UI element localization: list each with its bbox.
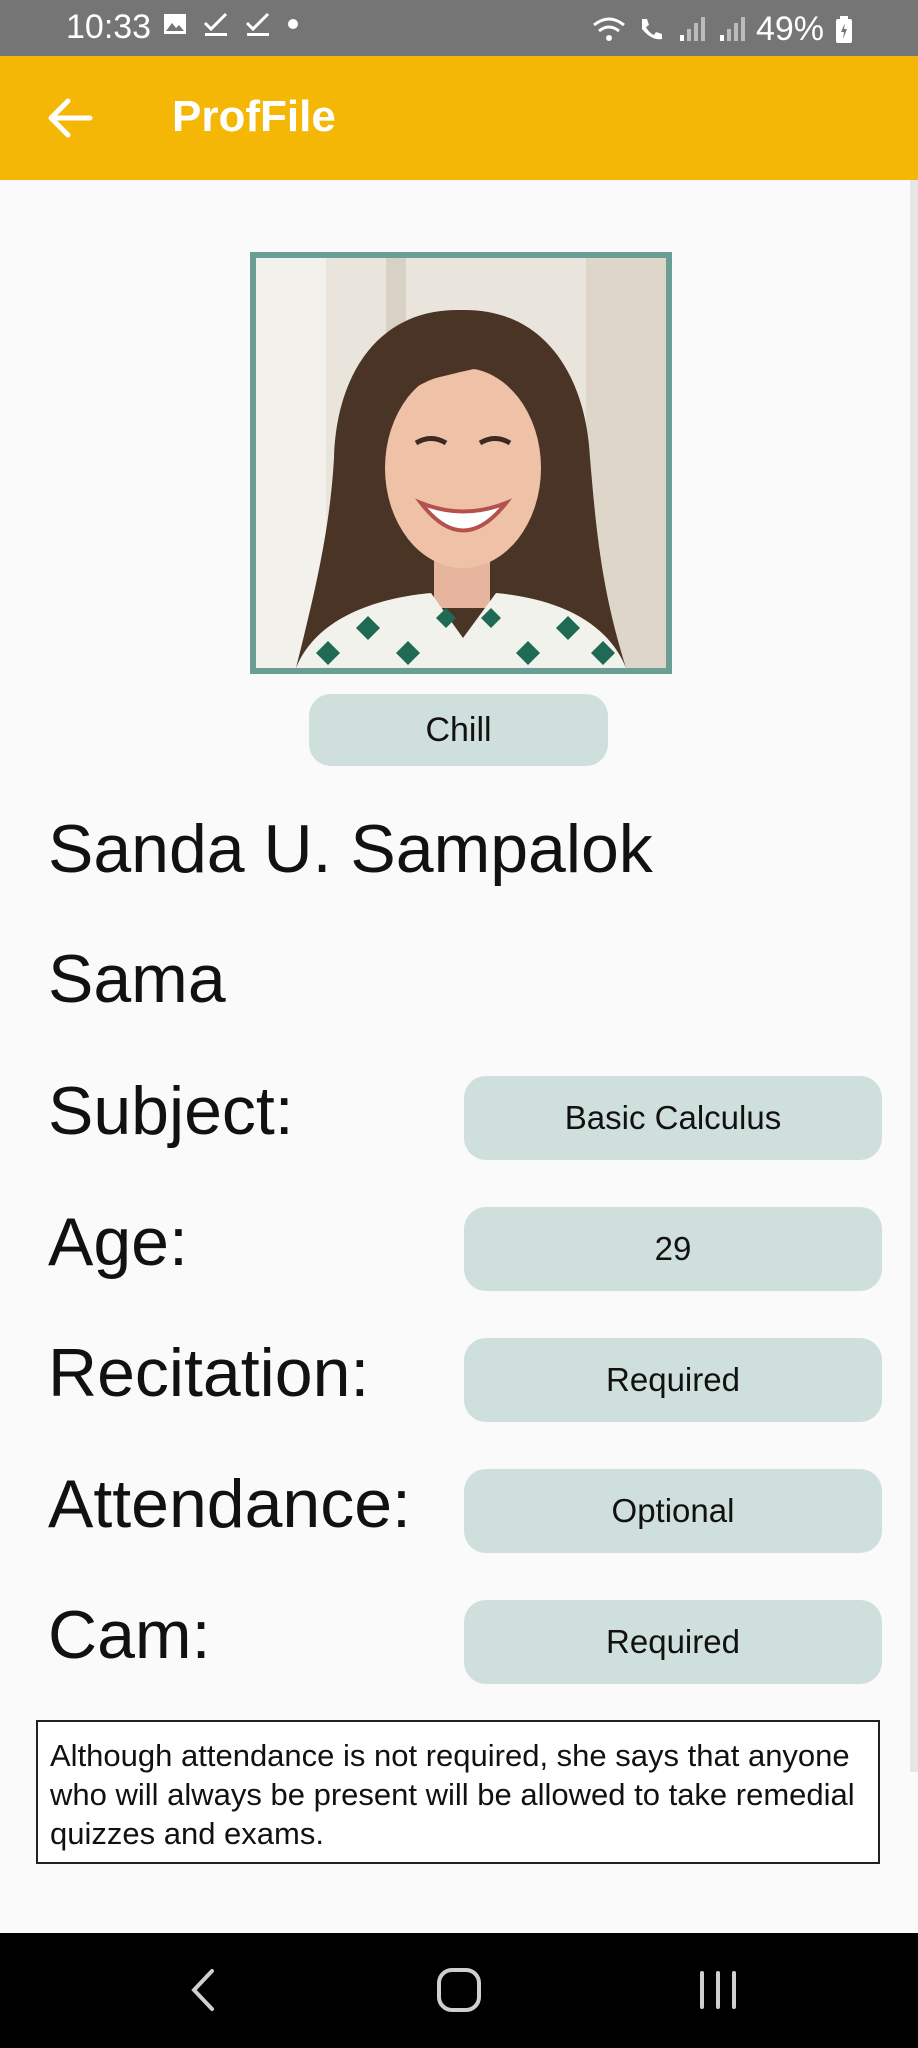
note-box: Although attendance is not required, she… [36,1720,880,1864]
professor-name: Sanda U. Sampalok [48,811,653,887]
subject-label: Subject: [48,1073,294,1149]
profile-photo [250,252,672,674]
navigation-bar [0,1933,918,2048]
call-icon [641,18,662,39]
recents-icon [700,1971,736,2009]
battery-icon [836,15,852,43]
mood-badge: Chill [309,694,608,766]
status-bar: 10:33 49% [0,0,918,56]
attendance-value: Optional [464,1469,882,1553]
recitation-value: Required [464,1338,882,1422]
age-value: 29 [464,1207,882,1291]
arrow-left-icon [48,98,93,138]
professor-nickname: Sama [48,941,226,1017]
nav-home-button[interactable] [419,1955,499,2025]
scrollbar[interactable] [910,180,918,1772]
status-left-icons [162,10,300,38]
age-label: Age: [48,1204,188,1280]
cam-label: Cam: [48,1597,211,1673]
app-bar: ProfFile [0,56,918,180]
nav-back-button[interactable] [164,1955,244,2025]
battery-percent: 49% [755,10,824,48]
nav-recents-button[interactable] [678,1955,758,2025]
status-time: 10:33 [66,8,152,46]
page-title: ProfFile [172,92,336,141]
back-icon [191,1969,214,2011]
signal-icon [679,16,705,41]
attendance-label: Attendance: [48,1466,411,1542]
back-button[interactable] [40,86,104,150]
check-icon [203,12,228,36]
dot-icon [288,19,298,29]
cam-value: Required [464,1600,882,1684]
status-right-icons: 49% [592,10,854,49]
check-icon [245,12,270,36]
wifi-icon [593,17,625,41]
home-icon [437,1968,481,2012]
subject-value: Basic Calculus [464,1076,882,1160]
recitation-label: Recitation: [48,1335,370,1411]
signal-icon [719,16,745,41]
image-icon [164,14,186,34]
